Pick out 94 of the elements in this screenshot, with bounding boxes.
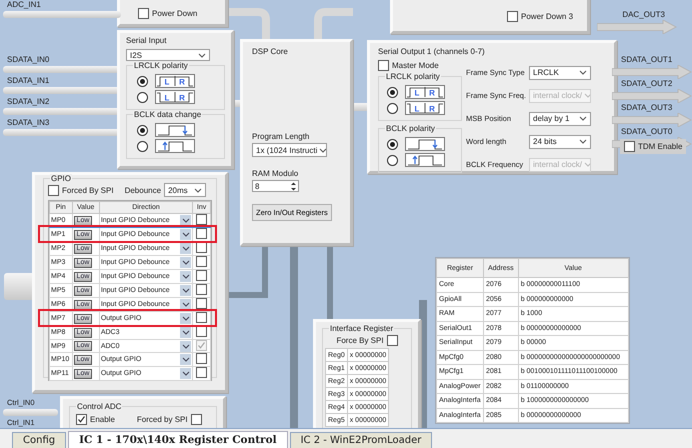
pipe bbox=[3, 409, 58, 416]
checkbox[interactable] bbox=[196, 270, 208, 281]
group-title: BCLK polarity bbox=[385, 124, 436, 133]
checkbox[interactable] bbox=[196, 353, 208, 364]
checkbox[interactable] bbox=[190, 414, 202, 425]
field-label: Program Length bbox=[252, 132, 310, 141]
waveform-icon: L R bbox=[405, 101, 445, 115]
output-label: DAC_OUT3 bbox=[621, 10, 666, 19]
input-label: SDATA_IN3 bbox=[6, 118, 50, 127]
output-label: SDATA_OUT0 bbox=[620, 127, 674, 136]
checkbox-label: Enable bbox=[90, 415, 115, 424]
checkbox[interactable] bbox=[196, 256, 208, 267]
caret-icon bbox=[182, 246, 190, 251]
checkbox[interactable] bbox=[378, 60, 389, 71]
caret-icon bbox=[198, 52, 206, 58]
radio-button[interactable] bbox=[137, 76, 148, 86]
tab[interactable]: IC 1 - 170x\140x Register Control bbox=[68, 431, 288, 448]
field-label: RAM Modulo bbox=[252, 169, 298, 178]
caret-icon bbox=[579, 139, 588, 144]
radio-button[interactable] bbox=[137, 92, 148, 102]
waveform-icon: L R bbox=[155, 90, 195, 104]
dropdown[interactable]: 20ms bbox=[164, 183, 206, 197]
waveform-icon bbox=[405, 153, 445, 167]
checkbox[interactable] bbox=[196, 284, 208, 295]
radio-button[interactable] bbox=[137, 140, 148, 152]
caret-icon bbox=[182, 302, 190, 307]
checkbox[interactable] bbox=[624, 141, 635, 152]
input-label: SDATA_IN2 bbox=[6, 97, 50, 106]
caret-icon bbox=[182, 288, 190, 293]
input-label: SDATA_IN1 bbox=[6, 76, 50, 85]
dropdown[interactable]: I2S bbox=[126, 49, 210, 61]
dropdown[interactable]: delay by 1 bbox=[529, 112, 592, 126]
group-title: Interface Register bbox=[329, 324, 394, 333]
checkbox-label: Forced by SPI bbox=[136, 415, 188, 424]
checkbox-label: Master Mode bbox=[392, 61, 439, 70]
checkbox[interactable] bbox=[196, 367, 208, 378]
caret-icon bbox=[319, 148, 326, 152]
caret-icon bbox=[182, 274, 190, 279]
checkbox[interactable] bbox=[138, 8, 149, 19]
spinner-arrows-icon[interactable] bbox=[290, 180, 297, 192]
checkbox[interactable] bbox=[196, 312, 208, 323]
input-label: SDATA_IN0 bbox=[6, 55, 50, 64]
output-label: SDATA_OUT1 bbox=[620, 55, 674, 64]
dropdown[interactable]: 1x (1024 Instructi bbox=[252, 143, 327, 157]
caret-icon bbox=[182, 218, 190, 223]
radio-button[interactable] bbox=[387, 138, 398, 150]
dropdown[interactable]: 24 bits bbox=[529, 134, 592, 148]
checkbox-label: Power Down 3 bbox=[521, 12, 574, 21]
caret-icon bbox=[194, 188, 202, 192]
waveform-icon bbox=[155, 139, 195, 153]
group-title: LRCLK polarity bbox=[385, 72, 441, 81]
checkbox-label: Forced By SPI bbox=[62, 186, 114, 194]
panel-title: Serial Input bbox=[126, 36, 168, 45]
field-label: Debounce bbox=[124, 186, 162, 194]
checkbox[interactable] bbox=[48, 184, 59, 196]
group-title: LRCLK polarity bbox=[133, 61, 189, 70]
input-label: ADC_IN1 bbox=[6, 0, 42, 9]
caret-icon bbox=[579, 70, 588, 75]
checkbox[interactable] bbox=[196, 228, 208, 239]
checkbox[interactable] bbox=[196, 298, 208, 309]
number-field[interactable]: 8 bbox=[252, 180, 299, 192]
caret-icon bbox=[182, 232, 190, 237]
tab[interactable]: Config bbox=[12, 432, 66, 448]
waveform-icon: L R bbox=[405, 85, 445, 99]
checkbox[interactable] bbox=[196, 242, 208, 253]
waveform-icon bbox=[405, 137, 445, 151]
checkbox-label: Force By SPI bbox=[336, 336, 384, 345]
tab[interactable]: IC 2 - WinE2PromLoader bbox=[290, 432, 432, 448]
checkbox-label: Power Down bbox=[152, 9, 198, 18]
group-title: Control ADC bbox=[76, 402, 122, 411]
output-label: SDATA_OUT2 bbox=[620, 79, 674, 88]
checkbox[interactable] bbox=[507, 11, 518, 22]
caret-icon bbox=[182, 316, 190, 321]
checkbox[interactable] bbox=[76, 414, 87, 425]
radio-button[interactable] bbox=[387, 102, 398, 114]
caret-icon bbox=[182, 260, 190, 265]
caret-icon bbox=[584, 162, 590, 167]
group-title: GPIO bbox=[50, 174, 72, 183]
panel-title: Serial Output 1 (channels 0-7) bbox=[378, 47, 486, 56]
panel-title: DSP Core bbox=[252, 47, 288, 56]
waveform-icon bbox=[155, 123, 195, 137]
caret-icon bbox=[584, 93, 590, 98]
dropdown[interactable]: LRCLK bbox=[529, 66, 592, 80]
checkbox[interactable] bbox=[196, 326, 208, 337]
waveform-icon: L R bbox=[155, 74, 195, 88]
checkbox[interactable] bbox=[386, 335, 398, 346]
output-label: SDATA_OUT3 bbox=[620, 103, 674, 112]
caret-icon bbox=[579, 116, 588, 121]
checkbox[interactable] bbox=[196, 214, 208, 225]
group-title: BCLK data change bbox=[133, 110, 202, 119]
radio-button[interactable] bbox=[387, 86, 398, 98]
checkbox-label: TDM Enable bbox=[638, 142, 682, 151]
radio-button[interactable] bbox=[387, 154, 398, 166]
radio-button[interactable] bbox=[137, 124, 148, 136]
